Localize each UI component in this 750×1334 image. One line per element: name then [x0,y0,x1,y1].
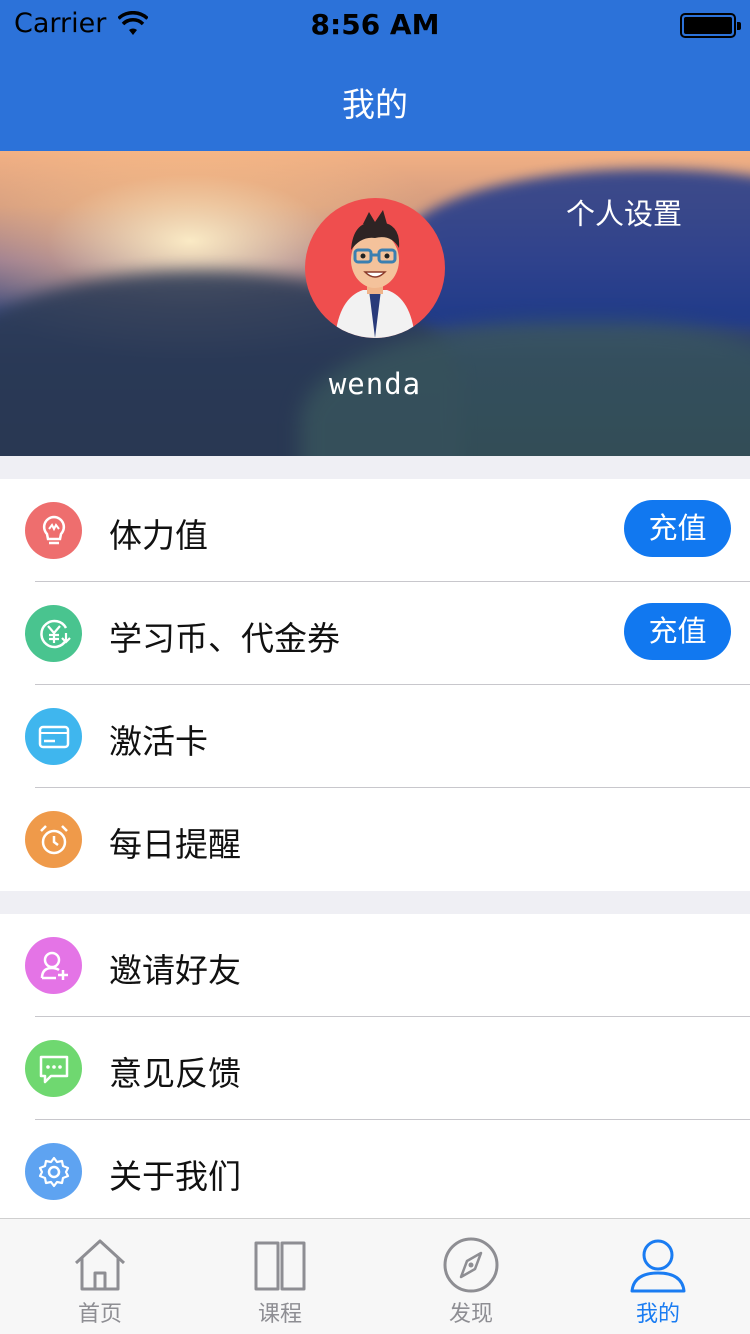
page-title: 我的 [342,85,408,124]
list-item-stamina[interactable]: 体力值 充值 [0,479,750,582]
menu-group-account: 体力值 充值 学习币、代金券 充值 激活卡 每日提醒 [0,479,750,891]
tab-me[interactable]: 我的 [598,1219,718,1334]
tab-label: 首页 [77,1302,122,1327]
list-item-daily-reminder[interactable]: 每日提醒 [0,788,750,891]
list-item-label: 意见反馈 [109,1054,241,1093]
tab-label: 发现 [448,1302,493,1327]
list-item-label: 每日提醒 [109,825,241,864]
gear-icon [25,1143,82,1200]
lightbulb-icon [25,502,82,559]
list-item-about-us[interactable]: 关于我们 [0,1120,750,1223]
list-item-label: 学习币、代金券 [109,619,340,658]
yuan-coin-icon [25,605,82,662]
list-item-label: 邀请好友 [109,951,241,990]
list-item-invite-friends[interactable]: 邀请好友 [0,914,750,1017]
status-time: 8:56 AM [310,8,440,41]
tab-home[interactable]: 首页 [40,1219,160,1334]
avatar[interactable] [305,198,445,338]
book-icon [254,1241,306,1291]
avatar-cartoon-icon [335,210,415,338]
person-icon [630,1239,686,1293]
username: wenda [328,367,422,401]
navigation-bar: Carrier 8:56 AM 我的 [0,0,750,151]
tab-courses[interactable]: 课程 [220,1219,340,1334]
profile-banner: 个人设置 wenda [0,151,750,456]
message-icon [25,1040,82,1097]
list-item-feedback[interactable]: 意见反馈 [0,1017,750,1120]
tab-label: 我的 [635,1302,680,1327]
tab-discover[interactable]: 发现 [411,1219,531,1334]
list-item-label: 关于我们 [109,1157,241,1196]
card-icon [25,708,82,765]
alarm-clock-icon [25,811,82,868]
personal-settings-link[interactable]: 个人设置 [566,191,682,233]
home-icon [74,1239,126,1291]
menu-group-general: 邀请好友 意见反馈 关于我们 [0,914,750,1223]
compass-icon [443,1237,499,1293]
list-item-label: 体力值 [109,516,208,555]
recharge-stamina-button[interactable]: 充值 [624,500,731,557]
tab-label: 课程 [257,1302,302,1327]
battery-icon [680,13,741,38]
recharge-coins-button[interactable]: 充值 [624,603,731,660]
list-item-activation-card[interactable]: 激活卡 [0,685,750,788]
add-friend-icon [25,937,82,994]
list-item-label: 激活卡 [109,722,208,761]
tab-bar: 首页 课程 发现 我的 [0,1218,750,1334]
status-bar: Carrier 8:56 AM [0,0,750,50]
list-item-coins-vouchers[interactable]: 学习币、代金券 充值 [0,582,750,685]
